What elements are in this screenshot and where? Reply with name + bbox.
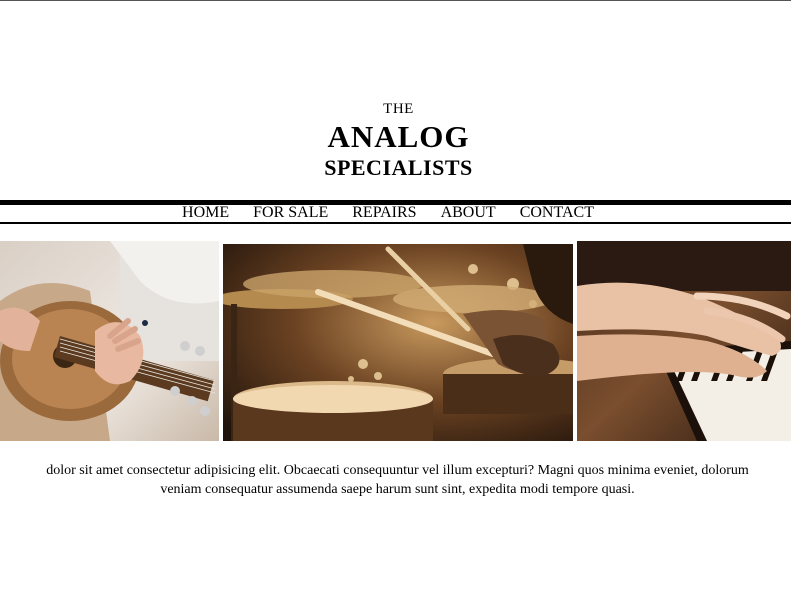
- top-divider: [0, 0, 791, 1]
- intro-line-1: dolor sit amet consectetur adipisicing e…: [46, 463, 749, 478]
- photo-gallery: [0, 241, 791, 441]
- page: THE ANALOG SPECIALISTS HOME FOR SALE REP…: [0, 0, 791, 613]
- piano-photo: [577, 241, 791, 441]
- nav-for-sale[interactable]: FOR SALE: [253, 204, 328, 222]
- intro-text: dolor sit amet consectetur adipisicing e…: [0, 461, 791, 499]
- drum-photo: [223, 244, 573, 441]
- intro-line-2: veniam consequatur assumenda saepe harum…: [160, 482, 635, 497]
- main-nav: HOME FOR SALE REPAIRS ABOUT CONTACT: [0, 204, 776, 222]
- nav-repairs[interactable]: REPAIRS: [352, 204, 416, 222]
- nav-contact[interactable]: CONTACT: [520, 204, 594, 222]
- site-logo[interactable]: THE ANALOG SPECIALISTS: [0, 100, 791, 181]
- nav-about[interactable]: ABOUT: [441, 204, 496, 222]
- logo-analog: ANALOG: [327, 119, 470, 154]
- nav-home[interactable]: HOME: [182, 204, 229, 222]
- logo-the: THE: [383, 101, 414, 117]
- guitar-photo: [0, 241, 219, 441]
- logo-specialists: SPECIALISTS: [324, 155, 473, 180]
